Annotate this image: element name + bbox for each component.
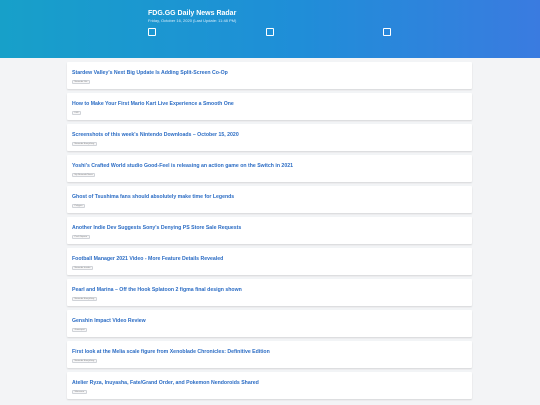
source-tag[interactable]: Nintendo Everything	[72, 359, 97, 363]
site-title[interactable]: FDG.GG Daily News Radar	[148, 10, 236, 17]
news-title-link[interactable]: How to Make Your First Mario Kart Live E…	[72, 101, 234, 107]
last-update-date: Friday, October 16, 2020 (Last Update: 1…	[148, 18, 237, 23]
news-card[interactable]: Football Manager 2021 Video - More Featu…	[67, 248, 472, 275]
news-title-link[interactable]: Yoshi's Crafted World studio Good-Feel i…	[72, 163, 293, 169]
news-card[interactable]: How to Make Your First Mario Kart Live E…	[67, 93, 472, 120]
source-tag[interactable]: Gamespot	[72, 328, 88, 332]
news-title-link[interactable]: Stardew Valley's Next Big Update Is Addi…	[72, 70, 228, 76]
square-icon[interactable]	[148, 28, 156, 36]
news-feed: Stardew Valley's Next Big Update Is Addi…	[67, 62, 472, 403]
news-title-link[interactable]: Ghost of Tsushima fans should absolutely…	[72, 194, 234, 200]
source-tag[interactable]: Polygon	[72, 204, 85, 208]
source-tag[interactable]: Nintendo Insider	[72, 266, 93, 270]
source-tag[interactable]: Nintendo Life	[72, 80, 90, 84]
square-icon[interactable]	[383, 28, 391, 36]
square-icon[interactable]	[266, 28, 274, 36]
news-title-link[interactable]: Another Indie Dev Suggests Sony's Denyin…	[72, 225, 241, 231]
source-tag[interactable]: IGN	[72, 111, 81, 115]
news-title-link[interactable]: Screenshots of this week's Nintendo Down…	[72, 132, 239, 138]
news-title-link[interactable]: Genshin Impact Video Review	[72, 318, 146, 324]
source-tag[interactable]: Nintendo Everything	[72, 142, 97, 146]
news-card[interactable]: Atelier Ryza, Inuyasha, Fate/Grand Order…	[67, 372, 472, 399]
source-tag[interactable]: Push Square	[72, 235, 90, 239]
news-title-link[interactable]: Atelier Ryza, Inuyasha, Fate/Grand Order…	[72, 380, 259, 386]
news-title-link[interactable]: First look at the Melia scale figure fro…	[72, 349, 270, 355]
news-card[interactable]: Another Indie Dev Suggests Sony's Denyin…	[67, 217, 472, 244]
news-title-link[interactable]: Pearl and Marina – Off the Hook Splatoon…	[72, 287, 242, 293]
header-banner: FDG.GG Daily News Radar Friday, October …	[0, 0, 540, 58]
news-card[interactable]: Ghost of Tsushima fans should absolutely…	[67, 186, 472, 213]
source-tag[interactable]: Siliconera	[72, 390, 87, 394]
news-card[interactable]: Yoshi's Crafted World studio Good-Feel i…	[67, 155, 472, 182]
source-tag[interactable]: Nintendo Everything	[72, 297, 97, 301]
news-card[interactable]: Screenshots of this week's Nintendo Down…	[67, 124, 472, 151]
news-card[interactable]: Stardew Valley's Next Big Update Is Addi…	[67, 62, 472, 89]
source-tag[interactable]: My Nintendo News	[72, 173, 96, 177]
news-card[interactable]: Genshin Impact Video Review Gamespot	[67, 310, 472, 337]
news-card[interactable]: First look at the Melia scale figure fro…	[67, 341, 472, 368]
news-title-link[interactable]: Football Manager 2021 Video - More Featu…	[72, 256, 223, 262]
news-card[interactable]: Pearl and Marina – Off the Hook Splatoon…	[67, 279, 472, 306]
